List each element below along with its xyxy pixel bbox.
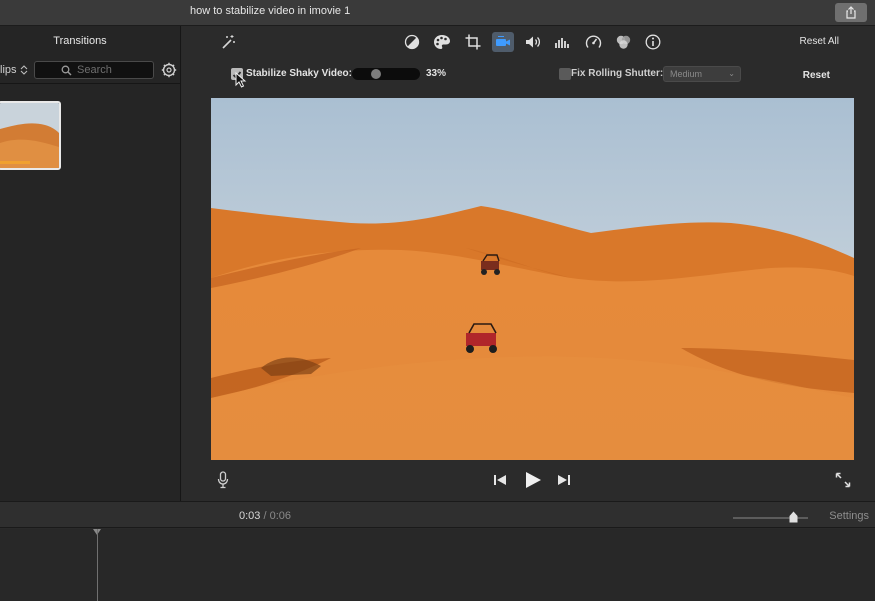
info-icon (645, 34, 661, 50)
stabilize-amount-slider[interactable] (352, 68, 420, 80)
clip-filter-icon (616, 35, 630, 49)
reset-all-button[interactable]: Reset All (800, 36, 839, 47)
reset-button[interactable]: Reset (803, 70, 830, 81)
stabilization-button[interactable] (492, 32, 514, 52)
playback-controls (182, 466, 875, 496)
search-placeholder: Search (77, 63, 112, 76)
voiceover-button[interactable] (214, 470, 232, 490)
browser-settings-button[interactable] (160, 61, 178, 79)
stabilization-icon (496, 36, 510, 46)
color-correction-button[interactable] (431, 32, 453, 52)
speed-button[interactable] (582, 32, 604, 52)
search-input[interactable]: Search (34, 60, 154, 79)
clips-filter-label: lips (0, 63, 17, 76)
play-icon (526, 472, 541, 488)
chevron-down-icon: ⌄ (728, 69, 735, 78)
timeline-header: 0:03 / 0:06 Settings (0, 501, 875, 528)
fullscreen-icon (835, 472, 851, 488)
skip-forward-icon (558, 475, 570, 485)
rolling-shutter-select[interactable]: Medium ⌄ (663, 66, 741, 82)
zoom-slider-knob[interactable] (789, 511, 798, 523)
stabilization-controls: Stabilize Shaky Video: 33% Fix Rolling S… (182, 62, 875, 88)
title-bar: how to stabilize video in imovie 1 (0, 0, 875, 26)
desert-video-frame (211, 98, 854, 460)
clip-thumbnail-image (0, 103, 59, 168)
share-icon (846, 6, 856, 19)
timeline-settings-button[interactable]: Settings (829, 510, 869, 522)
crop-button[interactable] (462, 32, 484, 52)
timeline-area[interactable] (0, 529, 875, 601)
media-browser-panel: Transitions lips Search (0, 26, 181, 501)
total-time: 0:06 (269, 510, 292, 522)
clip-thumbnail[interactable] (0, 101, 61, 170)
video-preview[interactable] (211, 98, 854, 460)
fullscreen-button[interactable] (834, 471, 852, 489)
color-correction-icon (434, 35, 450, 49)
magic-wand-icon (222, 35, 235, 49)
color-balance-icon (404, 34, 420, 50)
clip-filter-button[interactable] (612, 32, 634, 52)
viewer-panel: Reset All Stabilize Shaky Video: 33% Fix… (182, 26, 875, 501)
clip-info-button[interactable] (642, 32, 664, 52)
window-title: how to stabilize video in imovie 1 (190, 5, 351, 17)
browser-tab-bar: Transitions (0, 26, 180, 56)
skip-back-icon (494, 475, 506, 485)
volume-button[interactable] (522, 32, 544, 52)
stabilize-value: 33% (426, 68, 447, 79)
equalizer-button[interactable] (551, 32, 573, 52)
play-button[interactable] (522, 469, 544, 491)
rolling-shutter-value: Medium (670, 69, 703, 79)
crop-icon (465, 34, 481, 50)
share-button[interactable] (835, 3, 867, 22)
speed-icon (585, 35, 601, 48)
equalizer-icon (555, 38, 569, 48)
gear-icon (161, 62, 177, 77)
rolling-shutter-checkbox[interactable] (559, 68, 571, 80)
stabilize-label: Stabilize Shaky Video: (246, 68, 352, 79)
enhance-button[interactable] (217, 32, 239, 52)
search-icon (61, 65, 72, 75)
adjustments-toolbar: Reset All (182, 26, 875, 58)
slider-knob[interactable] (371, 69, 382, 79)
browser-filter-row: lips Search (0, 56, 180, 84)
volume-icon (525, 36, 540, 48)
time-separator: / (263, 510, 267, 522)
tab-transitions[interactable]: Transitions (53, 35, 106, 47)
clips-filter-select[interactable]: lips (0, 64, 34, 76)
rolling-shutter-label: Fix Rolling Shutter: (571, 68, 664, 79)
timecode-display: 0:03 / 0:06 (239, 510, 291, 522)
current-time: 0:03 (239, 510, 261, 522)
playhead[interactable] (97, 529, 98, 601)
skip-back-button[interactable] (492, 472, 508, 488)
updown-chevron-icon (20, 64, 27, 75)
skip-forward-button[interactable] (556, 472, 572, 488)
microphone-icon (217, 471, 229, 489)
color-balance-button[interactable] (401, 32, 423, 52)
